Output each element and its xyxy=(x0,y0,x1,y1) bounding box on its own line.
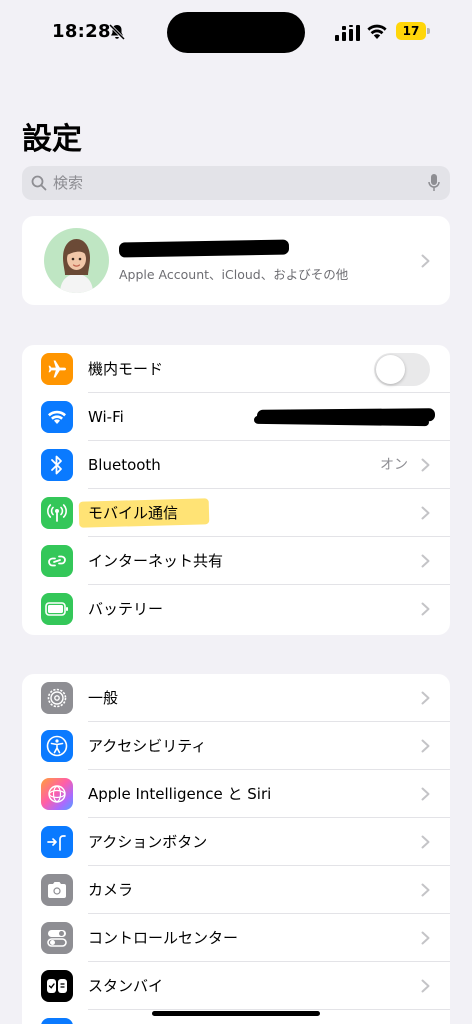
general-section: 一般 アクセシビリティ Apple Intelligence と Siri アク… xyxy=(22,674,450,1024)
settings-row-mobile-data[interactable]: モバイル通信 xyxy=(22,489,450,537)
airplane-mode-label: 機内モード xyxy=(88,360,164,378)
search-icon xyxy=(31,175,47,191)
bluetooth-icon xyxy=(41,449,73,481)
mobile-data-label: モバイル通信 xyxy=(88,504,179,522)
wifi-status-icon xyxy=(367,24,387,39)
toggle-knob xyxy=(376,355,405,384)
memoji-avatar-icon xyxy=(60,239,93,293)
apple-intelligence-siri-label: Apple Intelligence と Siri xyxy=(88,785,272,803)
settings-row-standby[interactable]: スタンバイ xyxy=(22,962,450,1010)
action-button-icon xyxy=(41,826,73,858)
avatar xyxy=(44,228,109,293)
microphone-icon[interactable] xyxy=(428,174,440,193)
status-time: 18:28 xyxy=(52,21,111,42)
gear-icon xyxy=(41,682,73,714)
wifi-icon xyxy=(41,401,73,433)
bluetooth-label: Bluetooth xyxy=(88,456,161,474)
cellular-antenna-icon xyxy=(41,497,73,529)
general-label: 一般 xyxy=(88,689,119,707)
chevron-right-icon xyxy=(421,458,430,472)
settings-row-personal-hotspot[interactable]: インターネット共有 xyxy=(22,537,450,585)
settings-row-control-center[interactable]: コントロールセンター xyxy=(22,914,450,962)
redacted-wifi-network-stroke xyxy=(253,415,430,427)
account-subtitle: Apple Account、iCloud、およびその他 xyxy=(119,267,349,282)
chevron-right-icon xyxy=(421,691,430,705)
settings-row-camera[interactable]: カメラ xyxy=(22,866,450,914)
chevron-right-icon xyxy=(421,739,430,753)
settings-row-bluetooth[interactable]: Bluetooth オン xyxy=(22,441,450,489)
airplane-mode-toggle[interactable] xyxy=(374,353,430,386)
redacted-account-name xyxy=(118,239,290,258)
next-setting-icon xyxy=(41,1018,73,1024)
standby-icon xyxy=(41,970,73,1002)
wifi-label: Wi-Fi xyxy=(88,408,124,426)
bluetooth-status: オン xyxy=(380,457,408,473)
settings-row-general[interactable]: 一般 xyxy=(22,674,450,722)
settings-row-accessibility[interactable]: アクセシビリティ xyxy=(22,722,450,770)
connectivity-section: 機内モード Wi-Fi Bluetooth オン モバイル通信 インターネット共… xyxy=(22,345,450,635)
battery-cap xyxy=(427,28,430,34)
battery-label: バッテリー xyxy=(88,600,164,618)
search-placeholder: 検索 xyxy=(53,174,84,192)
chevron-right-icon xyxy=(421,835,430,849)
cellular-signal-icon xyxy=(335,25,360,41)
dynamic-island xyxy=(167,12,305,53)
bell-slash-icon xyxy=(108,23,126,41)
camera-icon xyxy=(41,874,73,906)
home-indicator[interactable] xyxy=(152,1011,320,1016)
settings-row-battery[interactable]: バッテリー xyxy=(22,585,450,633)
page-title: 設定 xyxy=(22,122,82,157)
battery-status: 17 xyxy=(396,22,430,40)
chevron-right-icon xyxy=(421,254,430,268)
chevron-right-icon xyxy=(421,931,430,945)
accessibility-label: アクセシビリティ xyxy=(88,737,207,755)
airplane-icon xyxy=(41,353,73,385)
personal-hotspot-icon xyxy=(41,545,73,577)
chevron-right-icon xyxy=(421,602,430,616)
camera-label: カメラ xyxy=(88,881,134,899)
standby-label: スタンバイ xyxy=(88,977,164,995)
settings-row-action-button[interactable]: アクションボタン xyxy=(22,818,450,866)
control-center-label: コントロールセンター xyxy=(88,929,239,947)
settings-row-apple-intelligence-siri[interactable]: Apple Intelligence と Siri xyxy=(22,770,450,818)
chevron-right-icon xyxy=(421,787,430,801)
battery-icon xyxy=(41,593,73,625)
apple-account-card[interactable]: Apple Account、iCloud、およびその他 xyxy=(22,216,450,305)
battery-level: 17 xyxy=(402,24,420,38)
chevron-right-icon xyxy=(421,883,430,897)
action-button-label: アクションボタン xyxy=(88,833,208,851)
chevron-right-icon xyxy=(421,506,430,520)
search-input[interactable]: 検索 xyxy=(22,166,450,200)
settings-row-wifi[interactable]: Wi-Fi xyxy=(22,393,450,441)
chevron-right-icon xyxy=(421,554,430,568)
apple-intelligence-icon xyxy=(41,778,73,810)
control-center-icon xyxy=(41,922,73,954)
status-bar: 18:28 17 xyxy=(0,0,472,66)
chevron-right-icon xyxy=(421,979,430,993)
settings-row-airplane-mode[interactable]: 機内モード xyxy=(22,345,450,393)
personal-hotspot-label: インターネット共有 xyxy=(88,552,224,570)
accessibility-icon xyxy=(41,730,73,762)
